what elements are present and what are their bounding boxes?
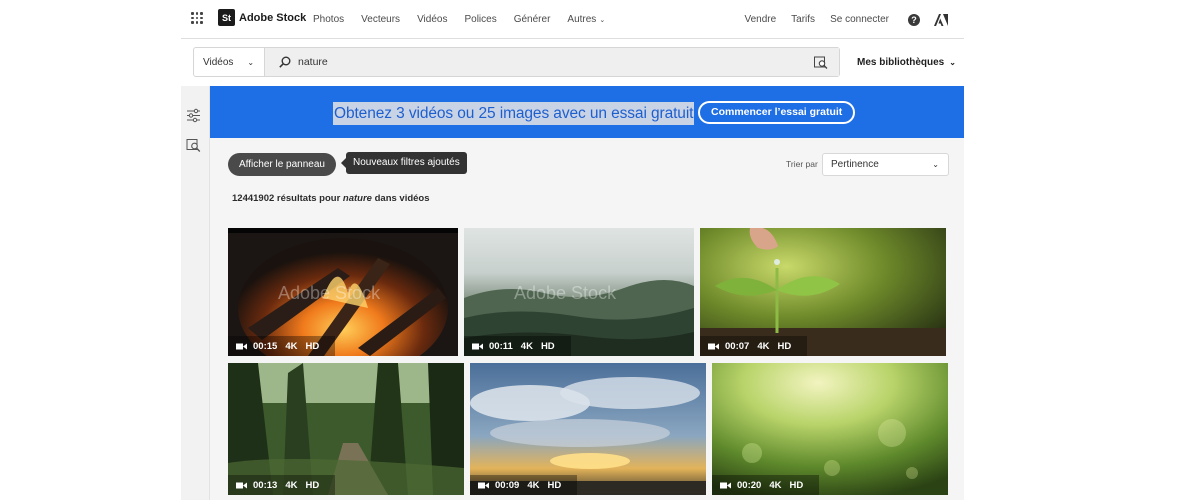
video-camera-icon [708,343,719,349]
account-nav: Vendre Tarifs Se connecter ? [744,0,964,39]
video-meta-badge: 00:20 4K HD [712,475,820,495]
new-filters-tooltip: Nouveaux filtres ajoutés [341,152,467,174]
video-meta-badge: 00:07 4K HD [700,336,808,356]
brand-name: Adobe Stock [239,11,307,24]
visual-search-icon[interactable] [814,56,828,69]
adobe-stock-logo[interactable]: St Adobe Stock [218,9,306,26]
video-meta-badge: 00:13 4K HD [228,475,336,495]
video-thumbnail[interactable]: 00:09 4K HD [470,363,706,495]
nav-pricing[interactable]: Tarifs [791,14,815,25]
video-thumbnail[interactable]: 00:20 4K HD [712,363,948,495]
nav-generate[interactable]: Générer [514,14,551,25]
video-duration: 00:15 [253,340,278,352]
video-duration: 00:07 [725,340,750,352]
video-resolution: 4K [285,340,298,352]
nav-more-label: Autres [567,14,597,25]
sort-dropdown[interactable]: Pertinence ⌄ [822,153,949,176]
video-meta-badge: 00:09 4K HD [470,475,578,495]
video-camera-icon [720,482,731,488]
search-input[interactable] [298,56,778,68]
result-text-before: résultats pour [276,193,341,204]
nav-sell[interactable]: Vendre [744,14,776,25]
video-resolution: 4K [527,479,540,491]
video-thumbnail[interactable]: Adobe Stock 00:15 4K HD [228,228,458,356]
sign-in-link[interactable]: Se connecter [830,14,889,25]
results-area: Obtenez 3 vidéos ou 25 images avec un es… [210,86,964,500]
chevron-down-icon: ⌄ [932,160,939,169]
video-resolution: 4K [285,479,298,491]
video-meta-badge: 00:15 4K HD [228,336,336,356]
results-count: 12441902 résultats pour nature dans vidé… [232,193,430,204]
top-navigation: St Adobe Stock Photos Vecteurs Vidéos Po… [181,0,964,39]
asset-type-label: Vidéos [203,56,234,68]
result-query: nature [342,193,372,204]
video-quality: HD [547,479,562,491]
video-duration: 00:20 [737,479,762,491]
search-icon [279,56,291,68]
nav-more[interactable]: Autres ⌄ [567,14,605,25]
main-nav: Photos Vecteurs Vidéos Polices Générer A… [313,0,622,39]
video-meta-badge: 00:11 4K HD [464,336,571,356]
result-number: 12441902 [232,193,275,204]
asset-type-dropdown[interactable]: Vidéos ⌄ [194,48,265,76]
nav-photos[interactable]: Photos [313,14,344,25]
show-panel-button[interactable]: Afficher le panneau [228,153,336,176]
nav-vectors[interactable]: Vecteurs [361,14,400,25]
video-quality: HD [305,479,320,491]
libraries-label: Mes bibliothèques [857,56,945,68]
visual-search-icon[interactable] [186,138,201,153]
video-camera-icon [472,343,483,349]
filters-icon[interactable] [186,108,201,123]
video-thumbnail[interactable]: 00:13 4K HD [228,363,464,495]
banner-text: Obtenez 3 vidéos ou 25 images avec un es… [333,102,695,125]
video-quality: HD [789,479,804,491]
video-duration: 00:09 [495,479,520,491]
nav-videos[interactable]: Vidéos [417,14,447,25]
video-camera-icon [478,482,489,488]
video-thumbnail[interactable]: Adobe Stock 00:11 4K HD [464,228,694,356]
video-quality: HD [305,340,320,352]
video-quality: HD [540,340,555,352]
side-rail [181,86,210,500]
watermark: Adobe Stock [514,283,617,303]
watermark: Adobe Stock [278,283,381,303]
video-resolution: 4K [757,340,770,352]
video-camera-icon [236,343,247,349]
video-duration: 00:13 [253,479,278,491]
sort-value: Pertinence [831,159,879,170]
my-libraries-dropdown[interactable]: Mes bibliothèques ⌄ [857,47,956,77]
video-resolution: 4K [520,340,533,352]
adobe-logo-icon[interactable] [934,13,948,26]
video-quality: HD [777,340,792,352]
video-thumbnail[interactable]: 00:07 4K HD [700,228,946,356]
app-switcher-icon[interactable] [191,12,203,24]
search-field [265,48,839,76]
video-camera-icon [236,482,247,488]
trial-banner: Obtenez 3 vidéos ou 25 images avec un es… [210,86,964,138]
sort-label: Trier par [786,159,818,169]
search-bar: Vidéos ⌄ [193,47,840,77]
chevron-down-icon: ⌄ [247,57,255,67]
result-text-after: dans vidéos [374,193,430,204]
nav-fonts[interactable]: Polices [464,14,496,25]
chevron-down-icon: ⌄ [949,57,956,67]
chevron-down-icon: ⌄ [599,17,606,24]
stock-logo-icon: St [218,9,235,26]
video-duration: 00:11 [489,340,513,352]
page: St Adobe Stock Photos Vecteurs Vidéos Po… [181,0,964,500]
help-icon[interactable]: ? [908,13,920,26]
start-trial-button[interactable]: Commencer l’essai gratuit [698,101,856,124]
video-resolution: 4K [769,479,782,491]
